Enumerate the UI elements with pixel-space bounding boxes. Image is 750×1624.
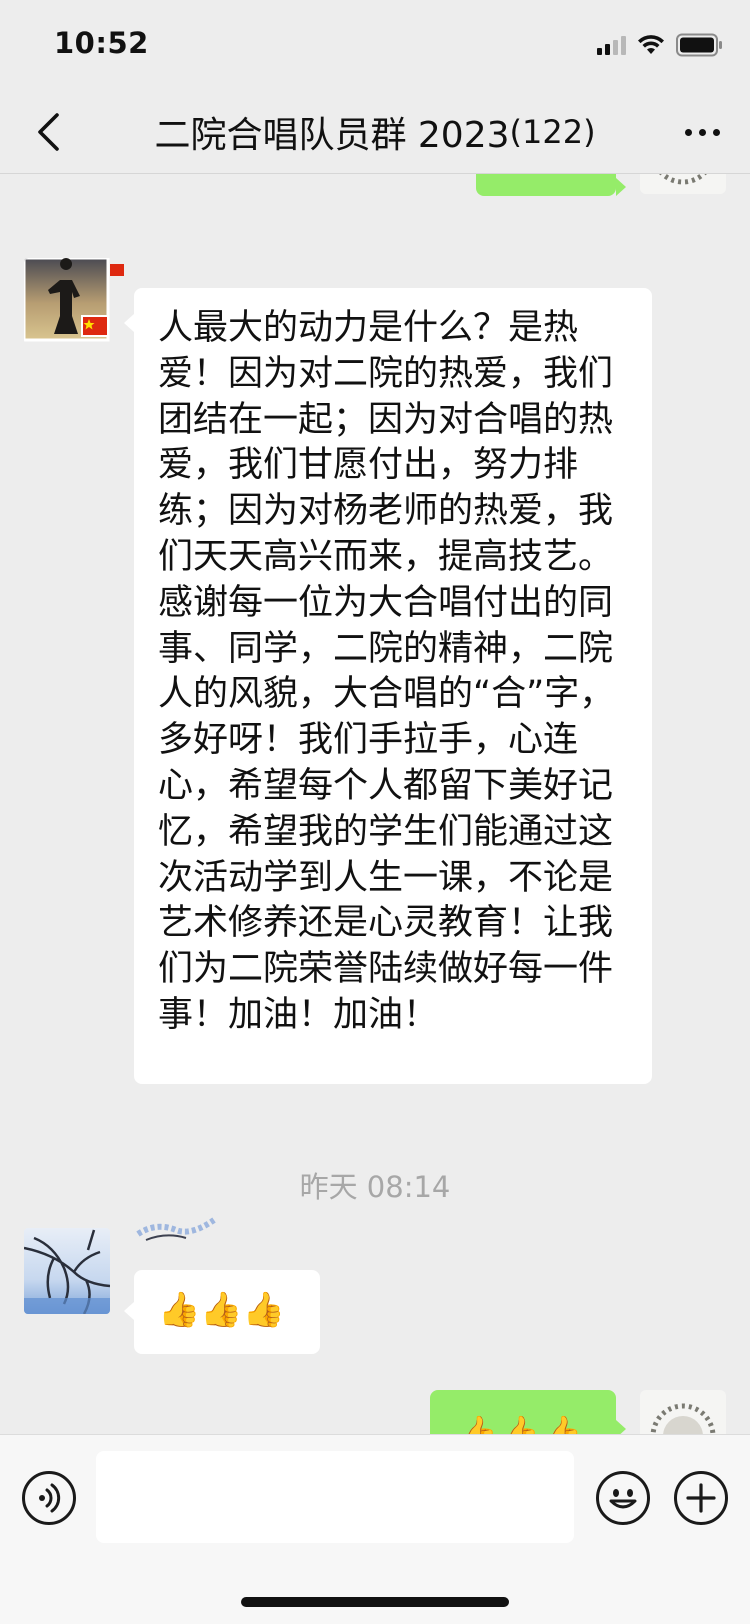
member-count: (122) (509, 113, 596, 151)
message-list[interactable]: 🙏👌 (0, 174, 750, 1434)
sent-emoji-bubble-2[interactable]: 👍👍👍 (430, 1390, 616, 1434)
plus-button[interactable] (674, 1471, 728, 1525)
home-indicator[interactable] (241, 1597, 509, 1607)
chat-title: 二院合唱队员群 2023 (122) (100, 90, 650, 174)
message-timestamp: 昨天 08:14 (299, 1170, 451, 1204)
chevron-left-icon (38, 113, 59, 151)
voice-icon (39, 1483, 61, 1513)
emoji-button[interactable] (596, 1471, 650, 1525)
my-avatar-2[interactable] (640, 1390, 726, 1434)
status-time: 10:52 (54, 26, 149, 60)
nav-bar: 二院合唱队员群 2023 (122) (0, 90, 750, 174)
sender-avatar[interactable] (24, 258, 126, 344)
sender-nickname-image (136, 1212, 216, 1246)
chat-screen: 10:52 二院合唱队员群 2023 (122) 人最大的动力是什么？是热爱！因… (0, 0, 750, 1624)
my-avatar[interactable] (640, 174, 726, 194)
back-button[interactable] (26, 108, 70, 156)
message-input[interactable] (96, 1451, 574, 1543)
thumbs-up-emoji: 👍👍👍 (158, 1290, 286, 1330)
input-bar (0, 1434, 750, 1624)
status-bar: 10:52 (0, 0, 750, 90)
wifi-icon (638, 35, 664, 54)
message-emoji-2: 👍👍👍 (456, 1414, 584, 1434)
emoji-face-icon (609, 1489, 637, 1509)
message-emoji: 🙏👌 (502, 174, 577, 178)
cellular-signal-icon (597, 35, 626, 55)
received-emoji-bubble[interactable]: 👍👍👍 (134, 1270, 320, 1354)
voice-button[interactable] (22, 1471, 76, 1525)
sender-avatar-2[interactable] (24, 1228, 110, 1314)
sent-emoji-bubble[interactable]: 🙏👌 (476, 174, 616, 196)
status-icons (597, 32, 724, 58)
more-button[interactable] (674, 110, 730, 154)
battery-icon (676, 33, 722, 57)
more-dots-icon (684, 128, 692, 136)
message-text: 人最大的动力是什么？是热爱！因为对二院的热爱，我们团结在一起；因为对合唱的热爱，… (158, 308, 615, 1035)
plus-icon (686, 1483, 716, 1513)
group-name: 二院合唱队员群 2023 (154, 115, 510, 156)
